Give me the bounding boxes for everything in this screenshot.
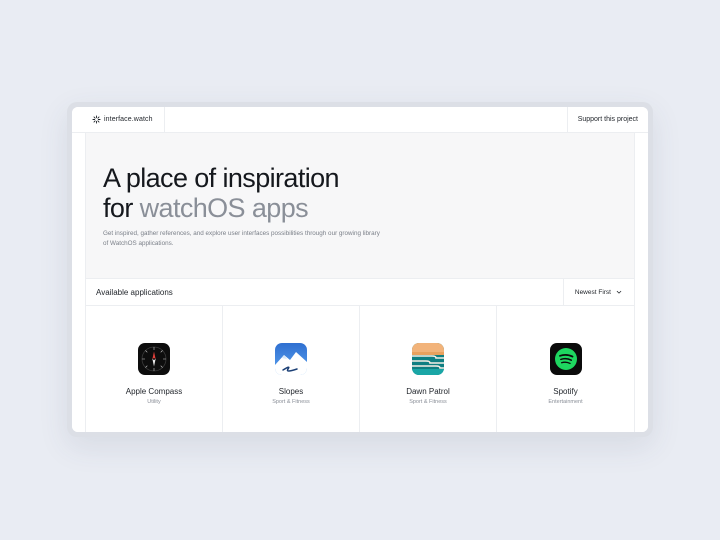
hero-description: Get inspired, gather references, and exp… [103,230,380,247]
app-name: Dawn Patrol [406,387,450,396]
logo-text: interface.watch [104,116,153,123]
chevron-down-icon [616,290,622,294]
app-card-dawn-patrol[interactable]: Dawn Patrol Sport & Fitness [360,306,497,432]
support-project-link[interactable]: Support this project [566,107,648,132]
logo[interactable]: interface.watch [72,107,165,132]
sort-dropdown[interactable]: Newest First [562,279,634,305]
app-card-apple-compass[interactable]: Apple Compass Utility [86,306,223,432]
app-window: interface.watch Support this project A p… [72,107,648,432]
spotify-icon [549,343,582,375]
top-bar: interface.watch Support this project [72,107,648,133]
apps-header: Available applications Newest First [86,279,634,306]
app-card-spotify[interactable]: Spotify Entertainment [497,306,634,432]
apps-section-title: Available applications [96,287,173,297]
left-gutter [72,133,86,432]
app-card-slopes[interactable]: Slopes Sport & Fitness [223,306,360,432]
apps-grid: Apple Compass Utility Slopes Sport & Fit… [86,306,634,432]
hero-title-highlight: watchOS apps [139,193,309,223]
app-category: Sport & Fitness [409,399,447,405]
app-name: Spotify [553,387,578,396]
compass-icon [138,343,170,375]
app-category: Sport & Fitness [272,399,310,405]
mountain-icon [275,343,307,375]
waves-icon [412,343,444,375]
hero-title-line-1: A place of inspiration [103,163,340,193]
browser-frame: interface.watch Support this project A p… [67,102,653,437]
app-name: Apple Compass [125,387,183,396]
hero-title-line-2: for watchOS apps [103,193,634,223]
hero-section: A place of inspiration for watchOS apps … [86,133,634,279]
right-gutter [634,133,648,432]
logo-icon [92,115,101,124]
app-category: Entertainment [548,399,583,405]
hero-title-prefix: for [103,193,140,223]
sort-label: Newest First [574,288,611,296]
app-category: Utility [147,399,161,405]
app-name: Slopes [278,387,304,396]
